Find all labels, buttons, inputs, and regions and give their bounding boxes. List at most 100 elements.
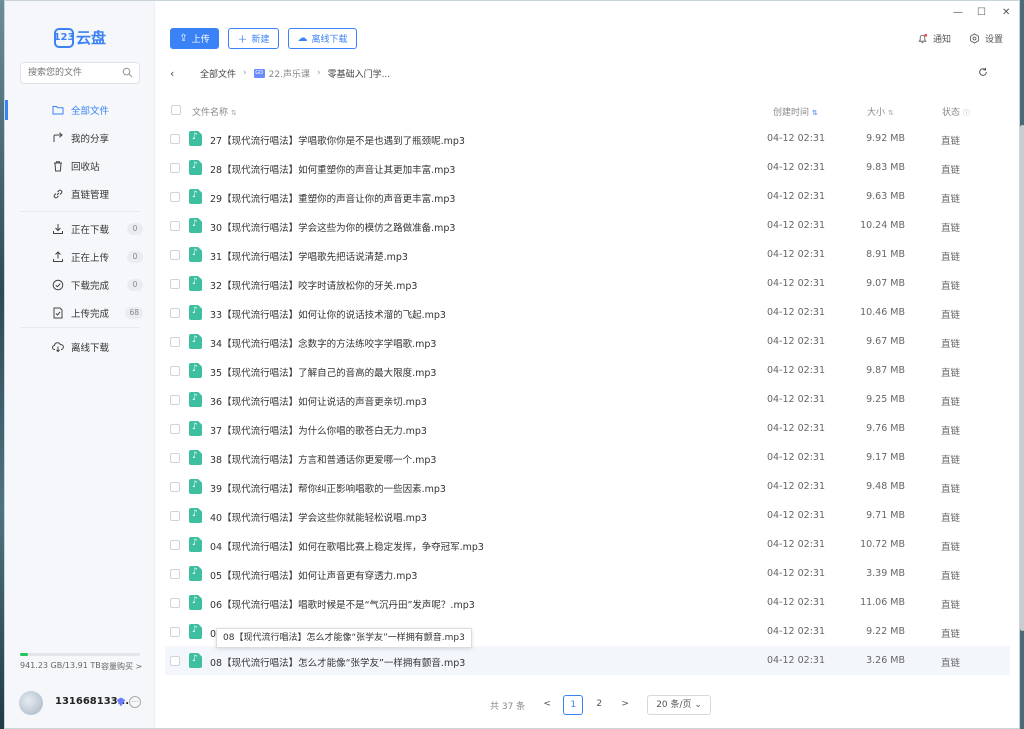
table-row[interactable]: 30【现代流行唱法】学会这些为你的模仿之路做准备.mp3 04-12 02:31 1… (165, 211, 1010, 240)
table-row[interactable]: 40【现代流行唱法】学会这些你就能轻松说唱.mp3 04-12 02:31 9.71… (165, 501, 1010, 530)
sidebar-item-offline-download[interactable]: 离线下载 (5, 333, 155, 361)
row-checkbox[interactable] (170, 337, 180, 347)
table-row[interactable]: 37【现代流行唱法】为什么你唱的歌苍白无力.mp3 04-12 02:31 9.76… (165, 414, 1010, 443)
close-button[interactable]: ✕ (1002, 7, 1010, 18)
select-all-checkbox[interactable] (171, 105, 181, 115)
row-checkbox[interactable] (170, 250, 180, 260)
file-status[interactable]: 直链 (941, 539, 960, 553)
row-checkbox[interactable] (170, 192, 180, 202)
upload-button[interactable]: ⇪ 上传 (170, 28, 219, 49)
sidebar-item-my-share[interactable]: 我的分享 (5, 124, 155, 152)
breadcrumb-root[interactable]: 全部文件 (200, 67, 236, 80)
minimize-button[interactable]: — (953, 7, 963, 18)
row-checkbox[interactable] (170, 279, 180, 289)
user-panel[interactable]: 131668133... ··· (19, 689, 149, 717)
file-status[interactable]: 直链 (941, 568, 960, 582)
row-checkbox[interactable] (170, 598, 180, 608)
row-checkbox[interactable] (170, 308, 180, 318)
file-name[interactable]: 34【现代流行唱法】念数字的方法练咬字学唱歌.mp3 (210, 336, 436, 350)
file-name[interactable]: 35【现代流行唱法】了解自己的音高的最大限度.mp3 (210, 365, 436, 379)
row-checkbox[interactable] (170, 511, 180, 521)
file-name[interactable]: 27【现代流行唱法】学唱歌你你是不是也遇到了瓶颈呢.mp3 (210, 133, 465, 147)
file-name[interactable]: 30【现代流行唱法】学会这些为你的模仿之路做准备.mp3 (210, 220, 455, 234)
file-name[interactable]: 37【现代流行唱法】为什么你唱的歌苍白无力.mp3 (210, 423, 427, 437)
row-checkbox[interactable] (170, 163, 180, 173)
prev-page-button[interactable]: < (537, 695, 557, 715)
table-row[interactable]: 31【现代流行唱法】学唱歌先把话说清楚.mp3 04-12 02:31 8.91 M… (165, 240, 1010, 269)
file-name[interactable]: 08【现代流行唱法】怎么才能像“张学友”一样拥有颤音.mp3 (210, 655, 465, 669)
row-checkbox[interactable] (170, 656, 180, 666)
file-status[interactable]: 直链 (941, 481, 960, 495)
back-chevron-icon[interactable]: ‹ (170, 67, 182, 80)
table-row[interactable]: 39【现代流行唱法】帮你纠正影响唱歌的一些因素.mp3 04-12 02:31 9.… (165, 472, 1010, 501)
breadcrumb-folder[interactable]: 22.声乐课 (269, 67, 310, 80)
table-row[interactable]: 06【现代流行唱法】唱歌时候是不是“气沉丹田”发声呢？.mp3 04-12 02:… (165, 588, 1010, 617)
row-checkbox[interactable] (170, 424, 180, 434)
row-checkbox[interactable] (170, 482, 180, 492)
row-checkbox[interactable] (170, 569, 180, 579)
file-name[interactable]: 31【现代流行唱法】学唱歌先把话说清楚.mp3 (210, 249, 408, 263)
file-name[interactable]: 40【现代流行唱法】学会这些你就能轻松说唱.mp3 (210, 510, 427, 524)
table-row[interactable]: 05【现代流行唱法】如何让声音更有穿透力.mp3 04-12 02:31 3.39 … (165, 559, 1010, 588)
sidebar-item-download-done[interactable]: 下载完成 0 (5, 271, 155, 299)
file-name[interactable]: 38【现代流行唱法】方言和普通话你更爱哪一个.mp3 (210, 452, 436, 466)
file-status[interactable]: 直链 (941, 278, 960, 292)
file-name[interactable]: 28【现代流行唱法】如何重塑你的声音让其更加丰富.mp3 (210, 162, 455, 176)
file-status[interactable]: 直链 (941, 162, 960, 176)
table-row[interactable]: 29【现代流行唱法】重塑你的声音让你的声音更丰富.mp3 04-12 02:31 9… (165, 182, 1010, 211)
table-row[interactable]: 33【现代流行唱法】如何让你的说话技术溜的飞起.mp3 04-12 02:31 10… (165, 298, 1010, 327)
file-status[interactable]: 直链 (941, 394, 960, 408)
row-checkbox[interactable] (170, 395, 180, 405)
file-status[interactable]: 直链 (941, 597, 960, 611)
file-status[interactable]: 直链 (941, 452, 960, 466)
table-row[interactable]: 28【现代流行唱法】如何重塑你的声音让其更加丰富.mp3 04-12 02:31 9… (165, 153, 1010, 182)
file-name[interactable]: 36【现代流行唱法】如何让说话的声音更亲切.mp3 (210, 394, 427, 408)
file-status[interactable]: 直链 (941, 365, 960, 379)
avatar[interactable] (19, 691, 43, 715)
file-status[interactable]: 直链 (941, 249, 960, 263)
file-name[interactable]: 04【现代流行唱法】如何在歌唱比赛上稳定发挥，争夺冠军.mp3 (210, 539, 484, 553)
per-page-select[interactable]: 20 条/页 ⌄ (647, 695, 711, 715)
file-status[interactable]: 直链 (941, 191, 960, 205)
file-name[interactable]: 32【现代流行唱法】咬字时请放松你的牙关.mp3 (210, 278, 417, 292)
header-date[interactable]: 创建时间 ⇅ (773, 105, 818, 118)
table-row[interactable]: 34【现代流行唱法】念数字的方法练咬字学唱歌.mp3 04-12 02:31 9.6… (165, 327, 1010, 356)
search-box[interactable] (20, 62, 140, 84)
table-row[interactable]: 35【现代流行唱法】了解自己的音高的最大限度.mp3 04-12 02:31 9.8… (165, 356, 1010, 385)
more-icon[interactable]: ··· (129, 696, 141, 708)
next-page-button[interactable]: > (615, 695, 635, 715)
file-name[interactable]: 06【现代流行唱法】唱歌时候是不是“气沉丹田”发声呢？.mp3 (210, 597, 475, 611)
sidebar-item-downloading[interactable]: 正在下载 0 (5, 215, 155, 243)
table-row[interactable]: 32【现代流行唱法】咬字时请放松你的牙关.mp3 04-12 02:31 9.07 … (165, 269, 1010, 298)
file-status[interactable]: 直链 (941, 626, 960, 640)
file-status[interactable]: 直链 (941, 423, 960, 437)
sidebar-item-upload-done[interactable]: 上传完成 68 (5, 299, 155, 327)
search-input[interactable] (21, 63, 117, 83)
sidebar-item-recycle-bin[interactable]: 回收站 (5, 152, 155, 180)
scrollbar[interactable] (1020, 125, 1024, 631)
row-checkbox[interactable] (170, 453, 180, 463)
sidebar-item-uploading[interactable]: 正在上传 0 (5, 243, 155, 271)
file-status[interactable]: 直链 (941, 336, 960, 350)
search-icon[interactable] (122, 67, 133, 78)
file-status[interactable]: 直链 (941, 220, 960, 234)
sidebar-item-link-manage[interactable]: 直链管理 (5, 180, 155, 208)
page-2-button[interactable]: 2 (589, 695, 609, 715)
sidebar-item-all-files[interactable]: 全部文件 (5, 96, 155, 124)
notify-button[interactable]: 通知 (917, 32, 951, 45)
file-name[interactable]: 39【现代流行唱法】帮你纠正影响唱歌的一些因素.mp3 (210, 481, 446, 495)
row-checkbox[interactable] (170, 221, 180, 231)
file-status[interactable]: 直链 (941, 133, 960, 147)
header-name[interactable]: 文件名称 ⇅ (192, 105, 237, 118)
table-row[interactable]: 27【现代流行唱法】学唱歌你你是不是也遇到了瓶颈呢.mp3 04-12 02:31… (165, 124, 1010, 153)
table-row[interactable]: 04【现代流行唱法】如何在歌唱比赛上稳定发挥，争夺冠军.mp3 04-12 02:… (165, 530, 1010, 559)
row-checkbox[interactable] (170, 540, 180, 550)
table-row[interactable]: 38【现代流行唱法】方言和普通话你更爱哪一个.mp3 04-12 02:31 9.1… (165, 443, 1010, 472)
table-row[interactable]: 36【现代流行唱法】如何让说话的声音更亲切.mp3 04-12 02:31 9.25… (165, 385, 1010, 414)
new-button[interactable]: ＋新建 (228, 28, 279, 49)
file-name[interactable]: 33【现代流行唱法】如何让你的说话技术溜的飞起.mp3 (210, 307, 446, 321)
file-name[interactable]: 29【现代流行唱法】重塑你的声音让你的声音更丰富.mp3 (210, 191, 455, 205)
file-status[interactable]: 直链 (941, 510, 960, 524)
maximize-button[interactable]: ☐ (977, 7, 986, 18)
header-status[interactable]: 状态 ⓘ (942, 105, 970, 118)
